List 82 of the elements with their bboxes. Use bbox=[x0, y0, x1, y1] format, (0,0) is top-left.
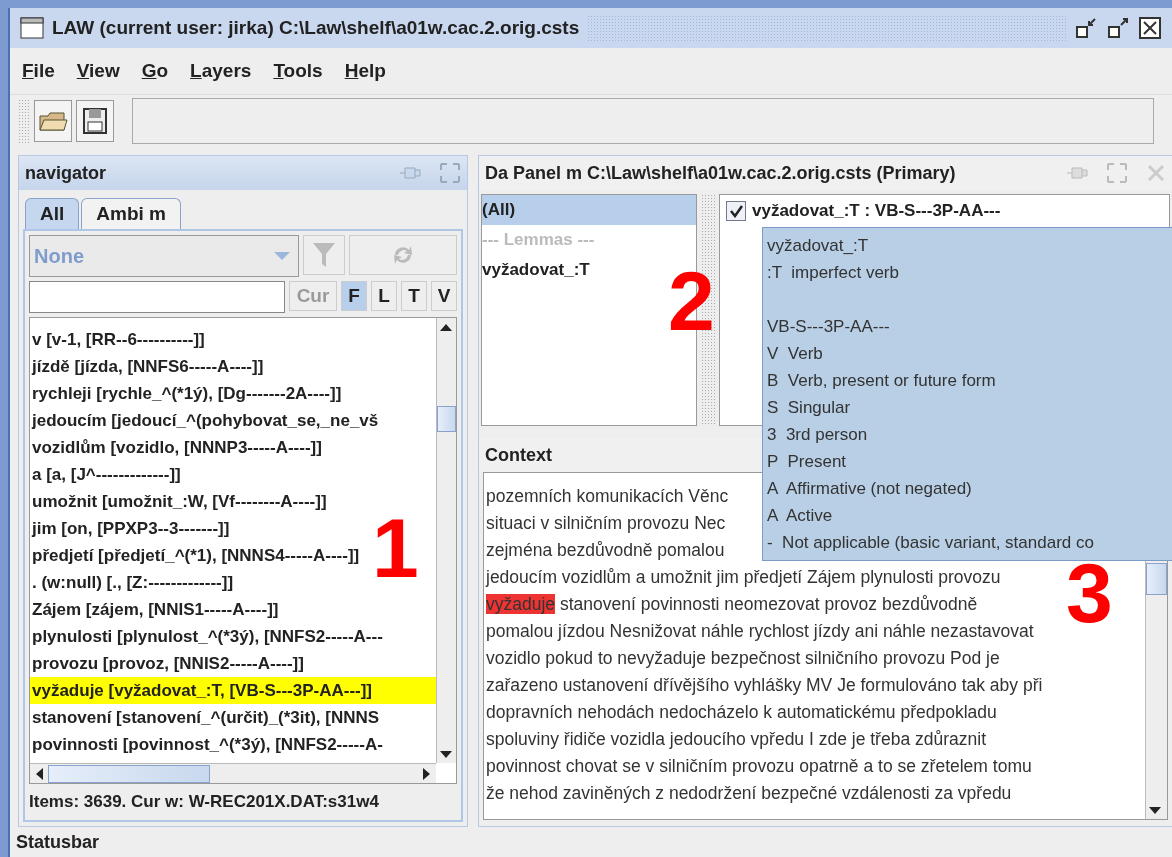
word-list-item[interactable]: v [v-1, [RR--6----------]] bbox=[30, 326, 436, 353]
menu-item[interactable]: Tools bbox=[273, 60, 323, 82]
caret-icon bbox=[272, 250, 292, 262]
word-list-item[interactable]: stanovení [stanovení_^(určit)_(*3it), [NNNS bbox=[30, 704, 436, 731]
word-list-item[interactable]: rychleji [rychle_^(*1ý), [Dg-------2A----]] bbox=[30, 380, 436, 407]
toggle-button[interactable]: F bbox=[341, 281, 367, 311]
tab[interactable]: Ambi m bbox=[81, 198, 181, 229]
word-list-item[interactable]: jedoucím [jedoucí_^(pohybovat_se,_ne_vš bbox=[30, 407, 436, 434]
context-line: povinnost chovat se v silničním provozu opatrně a to se zřetelem tomu bbox=[485, 755, 1032, 778]
callout-number: 1 bbox=[372, 515, 419, 583]
path-field[interactable] bbox=[132, 98, 1154, 144]
filter-list-item[interactable]: (All) bbox=[482, 195, 696, 225]
items-count: Items: 3639. Cur w: W-REC201X.DAT:s31w4 bbox=[29, 791, 380, 813]
menu-item[interactable]: File bbox=[22, 60, 55, 82]
horizontal-scrollbar[interactable] bbox=[30, 763, 436, 783]
word-list-item[interactable]: povinnosti [povinnost_^(*3ý), [NNFS2-----A- bbox=[30, 731, 436, 758]
tooltip-line: P Present bbox=[767, 451, 847, 473]
context-title: Context bbox=[485, 444, 552, 466]
menu-item[interactable]: Layers bbox=[190, 60, 252, 82]
context-line: vyžaduje stanovení povinnosti neomezovat provoz bezdůvodně bbox=[485, 593, 978, 616]
context-line: dopravních nehodách nedocházelo k automatickému předpokladu bbox=[485, 701, 997, 724]
refresh-button[interactable] bbox=[349, 235, 457, 275]
tooltip-line: A Active bbox=[767, 505, 833, 527]
context-line: pozemních komunikacích Věnc bbox=[485, 485, 729, 508]
word-list-item[interactable]: a [a, [J^-------------]] bbox=[30, 461, 436, 488]
status-text: Statusbar bbox=[16, 831, 100, 853]
open-folder-button[interactable] bbox=[34, 100, 72, 142]
filter-button[interactable] bbox=[303, 235, 345, 275]
minimize-icon[interactable] bbox=[1074, 16, 1098, 40]
tooltip-line: 3 3rd person bbox=[767, 424, 868, 446]
context-line: že nehod zaviněných z nedodržení bezpečné vzdálenosti za vpředu bbox=[485, 782, 1012, 805]
scrollbar-thumb[interactable] bbox=[437, 406, 456, 432]
close-icon[interactable] bbox=[1138, 16, 1162, 40]
tooltip-line: A Affirmative (not negated) bbox=[767, 478, 972, 500]
callout-number: 3 bbox=[1066, 560, 1113, 628]
toggle-button[interactable]: L bbox=[371, 281, 397, 311]
result-text: vyžadovat_:T : VB-S---3P-AA--- bbox=[752, 201, 1001, 221]
expand-icon[interactable] bbox=[1106, 162, 1128, 184]
word-list-item[interactable]: umožnit [umožnit_:W, [Vf--------A----]] bbox=[30, 488, 436, 515]
word-list-item[interactable]: jízdě [jízda, [NNFS6-----A----]] bbox=[30, 353, 436, 380]
checkbox[interactable] bbox=[726, 201, 746, 221]
toggle-button[interactable]: T bbox=[401, 281, 427, 311]
word-list-item[interactable]: plynulosti [plynulost_^(*3ý), [NNFS2-----A--- bbox=[30, 623, 436, 650]
vertical-scrollbar[interactable] bbox=[436, 318, 456, 763]
search-field[interactable] bbox=[29, 281, 285, 313]
tooltip-line: V Verb bbox=[767, 343, 823, 365]
window-title: LAW (current user: jirka) C:\Law\shelf\a01w.cac.2.orig.csts bbox=[52, 17, 580, 39]
context-line: zařazeno ustanovení dřívějšího vyhlášky MV Je formulováno tak aby při bbox=[485, 674, 1043, 697]
context-line: jedoucím vozidlům a umožnit jim předjetí Zájem plynulosti provozu bbox=[484, 566, 1001, 589]
tooltip-line: S Singular bbox=[767, 397, 851, 419]
word-list-item[interactable]: vyžaduje [vyžadovat_:T, [VB-S---3P-AA---]] bbox=[30, 677, 436, 704]
panel-title: Da Panel m C:\Law\shelf\a01w.cac.2.orig.csts (Primary) bbox=[485, 162, 957, 184]
callout-number: 2 bbox=[668, 268, 715, 336]
funnel-icon bbox=[311, 240, 337, 270]
context-line: zejména bezdůvodně pomalou bbox=[485, 539, 725, 562]
tab[interactable]: All bbox=[25, 198, 80, 229]
menu-item[interactable]: Help bbox=[344, 60, 386, 82]
word-list-item[interactable]: Zájem [zájem, [NNIS1-----A----]] bbox=[30, 596, 436, 623]
context-line: vozidlo pokud to nevyžaduje bezpečnost silničního provozu Pod je bbox=[485, 647, 1000, 670]
pin-icon[interactable] bbox=[1066, 166, 1088, 180]
context-line: pomalou jízdou Nesnižovat náhle rychlost jízdy ani náhle nezastavovat bbox=[485, 620, 1034, 643]
maximize-icon[interactable] bbox=[1106, 16, 1130, 40]
word-list-item[interactable]: vozidlům [vozidlo, [NNNP3-----A----]] bbox=[30, 434, 436, 461]
word-list-item[interactable]: provozu [provoz, [NNIS2-----A----]] bbox=[30, 650, 436, 677]
scrollbar-thumb[interactable] bbox=[48, 764, 210, 783]
menu-item[interactable]: View bbox=[76, 60, 120, 82]
context-line: spoluviny řidiče vozidla jedoucího vpředu I zde je třeba zdůraznit bbox=[485, 728, 986, 751]
list-separator: --- Lemmas --- bbox=[482, 229, 596, 251]
context-line: situaci v silničním provozu Nec bbox=[485, 512, 726, 535]
menu-item[interactable]: Go bbox=[141, 60, 169, 82]
scrollbar-thumb[interactable] bbox=[1146, 563, 1167, 595]
save-button[interactable] bbox=[76, 100, 114, 142]
tooltip-line: - Not applicable (basic variant, standard co bbox=[767, 532, 1094, 554]
tooltip-line: vyžadovat_:T bbox=[767, 235, 869, 257]
tooltip-line: :T imperfect verb bbox=[767, 262, 899, 284]
toggle-button[interactable]: V bbox=[431, 281, 457, 311]
window-icon bbox=[20, 17, 44, 39]
panel-title: navigator bbox=[25, 162, 108, 184]
tooltip-line: VB-S---3P-AA--- bbox=[767, 316, 890, 338]
tooltip-line: B Verb, present or future form bbox=[767, 370, 996, 392]
expand-icon[interactable] bbox=[439, 162, 461, 184]
pin-icon[interactable] bbox=[399, 166, 421, 180]
